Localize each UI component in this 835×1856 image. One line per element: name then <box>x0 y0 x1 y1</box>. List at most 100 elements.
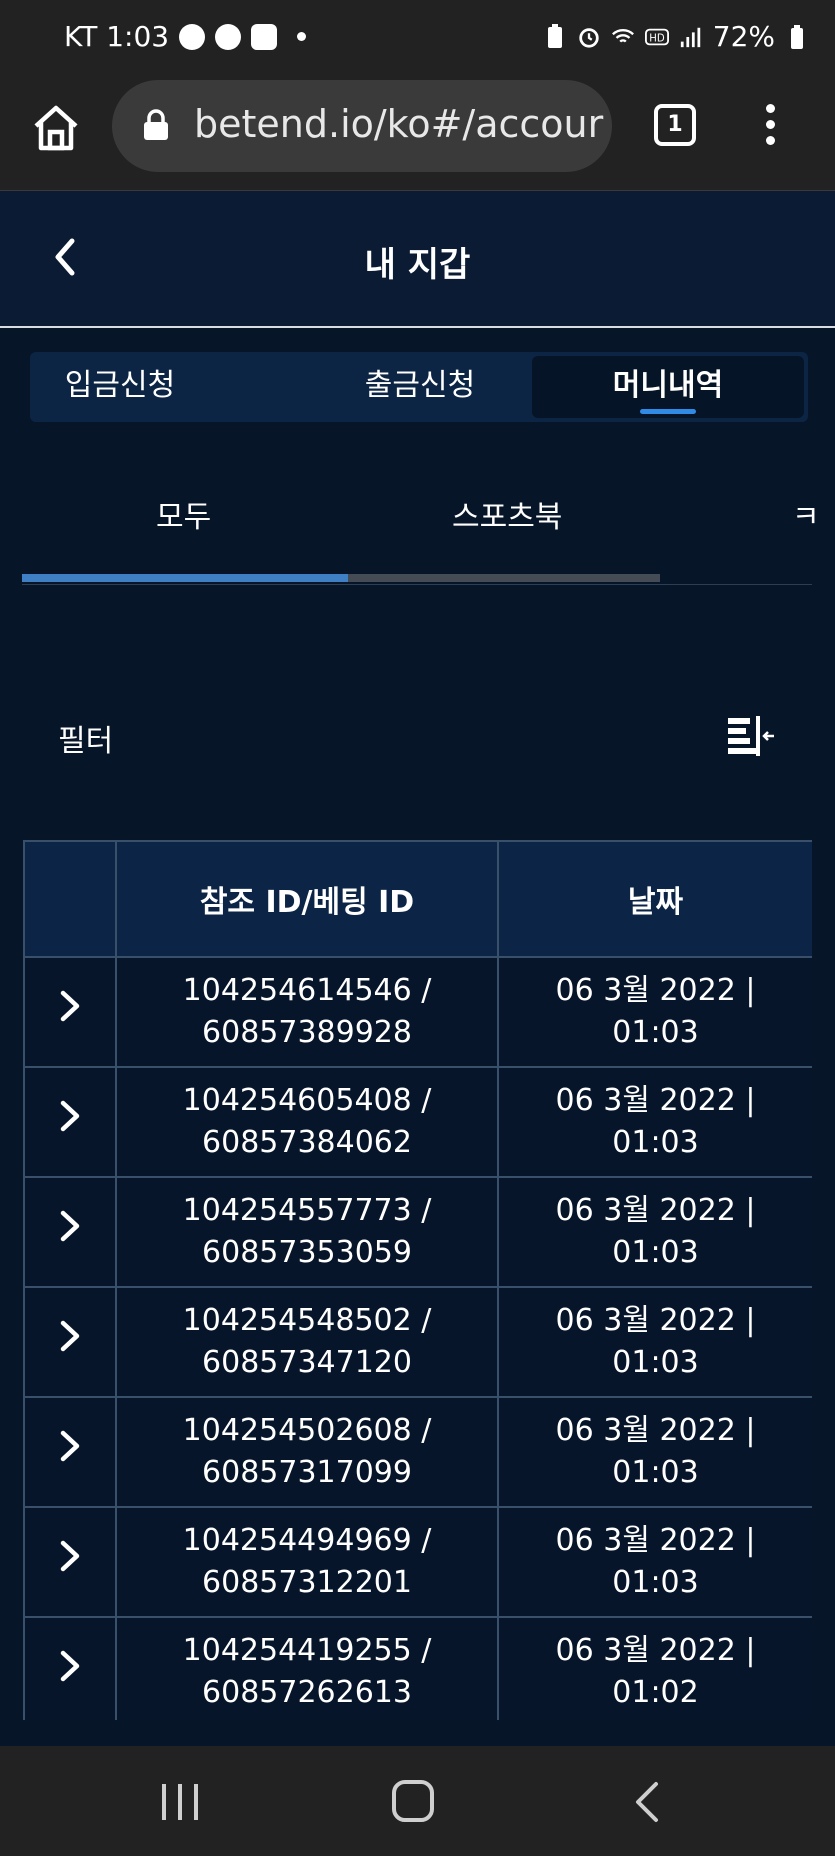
expand-cell[interactable] <box>23 1286 117 1398</box>
table-row[interactable]: 104254494969 / 60857312201 06 3월 2022 | 01:… <box>23 1506 812 1618</box>
subtab-casino[interactable]: ㅋ <box>792 492 820 536</box>
bet-id: 60857389928 <box>202 1015 412 1050</box>
time: 01:03 <box>612 1565 699 1600</box>
expand-cell[interactable] <box>23 1616 117 1720</box>
ref-id: 104254557773 / <box>182 1193 432 1228</box>
table-row[interactable]: 104254502608 / 60857317099 06 3월 2022 | 01:… <box>23 1396 812 1508</box>
expand-cell[interactable] <box>23 1066 117 1178</box>
table-row[interactable]: 104254557773 / 60857353059 06 3월 2022 | 01:… <box>23 1176 812 1288</box>
time: 01:03 <box>612 1015 699 1050</box>
table-header-row: 참조 ID/베팅 ID 날짜 <box>23 840 812 958</box>
expand-cell[interactable] <box>23 956 117 1068</box>
chat-bubble-icon <box>215 23 242 50</box>
chevron-right-icon[interactable] <box>58 1209 82 1243</box>
date-cell: 06 3월 2022 | 01:03 <box>497 1176 812 1288</box>
n-badge-icon <box>179 23 206 50</box>
date: 06 3월 2022 | <box>555 1633 756 1668</box>
bet-id: 60857384062 <box>202 1125 412 1160</box>
table-row[interactable]: 104254605408 / 60857384062 06 3월 2022 | 01:… <box>23 1066 812 1178</box>
date-cell: 06 3월 2022 | 01:03 <box>497 1286 812 1398</box>
chevron-right-icon[interactable] <box>58 1649 82 1683</box>
browser-toolbar: betend.io/ko#/accour 1 <box>0 76 835 191</box>
address-bar[interactable]: betend.io/ko#/accour <box>112 80 612 172</box>
date-cell: 06 3월 2022 | 01:02 <box>497 1616 812 1720</box>
bet-id: 60857347120 <box>202 1345 412 1380</box>
time: 01:02 <box>612 1675 699 1710</box>
tab-label: 출금신청 <box>364 368 476 403</box>
alarm-icon <box>579 27 599 48</box>
expand-cell[interactable] <box>23 1396 117 1508</box>
battery-saver-icon <box>547 23 562 48</box>
tab-withdraw[interactable]: 출금신청 <box>270 352 570 422</box>
ref-id: 104254494969 / <box>182 1523 432 1558</box>
filter-toggle-icon[interactable] <box>726 714 776 758</box>
system-back-icon[interactable] <box>632 1780 662 1824</box>
ref-id: 104254502608 / <box>182 1413 432 1448</box>
table-row[interactable]: 104254614546 / 60857389928 06 3월 2022 | 01:… <box>23 956 812 1068</box>
ref-id: 104254614546 / <box>182 973 432 1008</box>
filter-label[interactable]: 필터 <box>58 716 113 760</box>
expand-cell[interactable] <box>23 1506 117 1618</box>
date: 06 3월 2022 | <box>555 1413 756 1448</box>
ref-id: 104254605408 / <box>182 1083 432 1118</box>
chevron-right-icon[interactable] <box>58 1429 82 1463</box>
subtab-active-indicator <box>22 574 348 582</box>
date-cell: 06 3월 2022 | 01:03 <box>497 1396 812 1508</box>
status-right: HD 72% <box>543 20 809 53</box>
ref-bet-id-cell: 104254548502 / 60857347120 <box>115 1286 499 1398</box>
category-tabs: 모두 스포츠북 ㅋ <box>22 480 820 585</box>
date: 06 3월 2022 | <box>555 1083 756 1118</box>
ref-id: 104254548502 / <box>182 1303 432 1338</box>
ref-bet-id-cell: 104254557773 / 60857353059 <box>115 1176 499 1288</box>
page-title: 내 지갑 <box>364 245 471 285</box>
date-cell: 06 3월 2022 | 01:03 <box>497 956 812 1068</box>
home-button-icon[interactable] <box>392 1780 434 1822</box>
chevron-right-icon[interactable] <box>58 1319 82 1353</box>
signal-icon <box>680 27 700 47</box>
recent-apps-icon[interactable] <box>160 1782 200 1822</box>
date: 06 3월 2022 | <box>555 1193 756 1228</box>
bet-id: 60857262613 <box>202 1675 412 1710</box>
chevron-right-icon[interactable] <box>58 1539 82 1573</box>
date-cell: 06 3월 2022 | 01:03 <box>497 1066 812 1178</box>
table-row[interactable]: 104254548502 / 60857347120 06 3월 2022 | 01:… <box>23 1286 812 1398</box>
home-icon[interactable] <box>28 100 84 156</box>
time: 01:03 <box>612 1455 699 1490</box>
header-date: 날짜 <box>497 840 812 958</box>
expand-cell[interactable] <box>23 1176 117 1288</box>
tab-money-history[interactable]: 머니내역 <box>532 356 804 418</box>
tab-switcher-button[interactable]: 1 <box>654 104 696 146</box>
active-tab-indicator <box>640 409 696 414</box>
tab-deposit[interactable]: 입금신청 <box>30 352 210 422</box>
status-bar: KT 1:03 HD 72% <box>0 0 835 76</box>
header-ref-id: 참조 ID/베팅 ID <box>115 840 499 958</box>
bet-id: 60857317099 <box>202 1455 412 1490</box>
chevron-right-icon[interactable] <box>58 989 82 1023</box>
date: 06 3월 2022 | <box>555 1523 756 1558</box>
timer-icon <box>251 23 278 50</box>
more-menu-icon[interactable] <box>756 100 784 152</box>
time: 01:03 <box>612 1345 699 1380</box>
time: 01:03 <box>612 1235 699 1270</box>
carrier-time: KT 1:03 <box>64 20 170 53</box>
url-text: betend.io/ko#/accour <box>194 102 604 146</box>
battery-icon <box>791 24 803 49</box>
ref-bet-id-cell: 104254614546 / 60857389928 <box>115 956 499 1068</box>
hd-icon: HD <box>644 28 669 45</box>
ref-bet-id-cell: 104254419255 / 60857262613 <box>115 1616 499 1720</box>
battery-percent: 72% <box>712 20 775 53</box>
status-left: KT 1:03 <box>64 20 307 53</box>
ref-bet-id-cell: 104254605408 / 60857384062 <box>115 1066 499 1178</box>
subtab-all[interactable]: 모두 <box>156 492 211 536</box>
tab-label: 입금신청 <box>64 368 176 403</box>
subtab-scrollbar[interactable] <box>22 574 660 582</box>
date: 06 3월 2022 | <box>555 973 756 1008</box>
dot-icon <box>297 32 307 41</box>
subtab-sportsbook[interactable]: 스포츠북 <box>452 492 562 536</box>
table-row[interactable]: 104254419255 / 60857262613 06 3월 2022 | 01:… <box>23 1616 812 1720</box>
lock-icon <box>144 109 168 140</box>
page-header: 내 지갑 <box>0 191 835 328</box>
date: 06 3월 2022 | <box>555 1303 756 1338</box>
chevron-right-icon[interactable] <box>58 1099 82 1133</box>
svg-text:HD: HD <box>649 33 665 44</box>
